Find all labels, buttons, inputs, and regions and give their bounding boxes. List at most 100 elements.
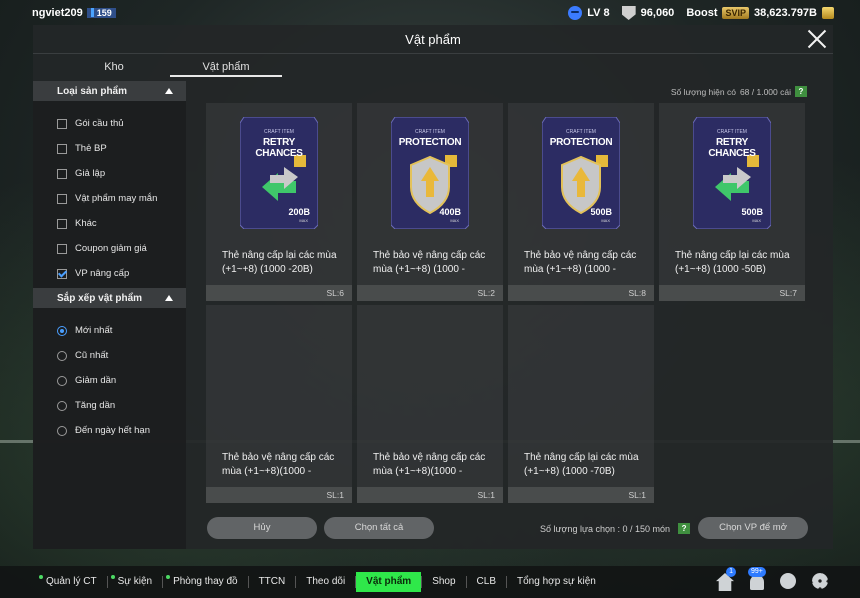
sort-option[interactable]: Cũ nhất [33, 343, 186, 368]
quantity-value: 68 / 1.000 cái [739, 86, 791, 97]
open-item-button[interactable]: Chọn VP để mở [698, 517, 808, 539]
item-card[interactable]: Thẻ bảo vệ nâng cấp các mùa (+1~+8)(1000 … [206, 305, 352, 503]
checkbox[interactable] [57, 218, 67, 229]
item-name-line1: Thẻ nâng cấp lại các mùa [222, 250, 337, 261]
nav-item-label: Phòng thay đồ [173, 576, 238, 587]
shield-icon [621, 6, 636, 20]
sort-option[interactable]: Mới nhất [33, 318, 186, 343]
nav-item[interactable]: Tổng hợp sự kiện [507, 572, 606, 592]
nav-item-label: Shop [432, 576, 456, 587]
tab-kho[interactable]: Kho [58, 57, 170, 77]
checkbox[interactable] [57, 193, 67, 204]
close-icon[interactable] [807, 29, 827, 49]
radio[interactable] [57, 400, 67, 411]
item-name-line1: Thẻ bảo vệ nâng cấp các [373, 250, 486, 261]
currency-stats: LV 8 96,060 Boost SVIP 38,623.797B [568, 6, 834, 20]
nav-item[interactable]: Vật phẩm [356, 572, 422, 592]
checkbox[interactable] [57, 168, 67, 179]
home-button[interactable]: 1 [716, 567, 736, 591]
art-value-sub: MAX [450, 218, 459, 223]
category-option[interactable]: Giả lập [33, 161, 186, 186]
new-dot-icon [110, 575, 115, 579]
profile-button[interactable] [780, 573, 798, 591]
sort-option[interactable]: Tăng dần [33, 393, 186, 418]
item-quantity: SL:6 [206, 285, 352, 301]
quantity-label: Số lượng hiện có [670, 86, 736, 97]
sort-option[interactable]: Giảm dần [33, 368, 186, 393]
help-icon[interactable]: ? [795, 86, 807, 97]
checkbox[interactable] [57, 143, 67, 154]
category-option[interactable]: Gói cầu thủ [33, 111, 186, 136]
nav-item-label: Vật phẩm [366, 576, 412, 587]
item-card[interactable]: CRAFT ITEM PROTECTION 400B MAX Thẻ bảo vệ nâ… [357, 103, 503, 301]
item-name-line1: Thẻ bảo vệ nâng cấp các [524, 250, 637, 261]
boost-label: Boost [686, 7, 718, 19]
item-name: Thẻ nâng cấp lại các mùa (+1~+8) (1000 -2… [222, 249, 346, 277]
category-option[interactable]: VP nâng cấp [33, 261, 186, 286]
item-card[interactable]: Thẻ nâng cấp lại các mùa (+1~+8) (1000 -7… [508, 305, 654, 503]
radio[interactable] [57, 350, 67, 361]
cancel-button[interactable]: Hủy [207, 517, 317, 539]
user-badge: 159 [86, 8, 116, 18]
sort-option[interactable]: Đến ngày hết hạn [33, 418, 186, 443]
art-subtitle: CRAFT ITEM [264, 129, 294, 135]
category-label: Khác [75, 218, 97, 229]
sort-header[interactable]: Sắp xếp vật phẩm [33, 288, 186, 308]
nav-item[interactable]: CLB [467, 572, 506, 592]
nav-item[interactable]: Phòng thay đồ [163, 572, 248, 592]
settings-button[interactable] [812, 573, 830, 591]
checkbox-checked[interactable] [57, 268, 67, 279]
select-all-button[interactable]: Chọn tất cả [324, 517, 434, 539]
nav-item[interactable]: Sự kiện [108, 572, 163, 592]
sort-label: Đến ngày hết hạn [75, 425, 151, 436]
checkbox[interactable] [57, 243, 67, 254]
points-stat: 96,060 [621, 6, 675, 20]
item-card[interactable]: Thẻ bảo vệ nâng cấp các mùa (+1~+8)(1000 … [357, 305, 503, 503]
radio[interactable] [57, 425, 67, 436]
bottom-nav: Quản lý CT Sự kiện Phòng thay đồ TTCN Theo d… [0, 566, 860, 598]
nav-item[interactable]: Quản lý CT [36, 572, 107, 592]
item-card[interactable]: CRAFT ITEM RETRY CHANCES 500B MAX Thẻ nâng c… [659, 103, 805, 301]
category-option[interactable]: Coupon giảm giá [33, 236, 186, 261]
item-name: Thẻ nâng cấp lại các mùa (+1~+8) (1000 -5… [675, 249, 799, 277]
item-name: Thẻ nâng cấp lại các mùa (+1~+8) (1000 -7… [524, 451, 648, 479]
nav-item-label: TTCN [258, 576, 286, 587]
sort-label: Mới nhất [75, 325, 113, 336]
items-panel: Vật phẩm Kho Vật phẩm Loại sản phẩm Gói … [33, 25, 833, 549]
item-card[interactable]: CRAFT ITEM PROTECTION 500B MAX Thẻ bảo vệ nâ… [508, 103, 654, 301]
item-name: Thẻ bảo vệ nâng cấp các mùa (+1~+8) (1000… [373, 249, 497, 277]
item-card[interactable]: CRAFT ITEM RETRY CHANCES 200B MAX Thẻ nâng c… [206, 103, 352, 301]
sort-label: Cũ nhất [75, 350, 109, 361]
points-value: 96,060 [640, 7, 675, 19]
category-option[interactable]: Khác [33, 211, 186, 236]
nav-item[interactable]: Shop [422, 572, 465, 592]
new-dot-icon [166, 575, 171, 579]
radio-selected[interactable] [57, 325, 67, 336]
tabs: Kho Vật phẩm [58, 57, 282, 77]
notification-button[interactable]: 99+ [748, 567, 766, 591]
category-option[interactable]: Thẻ BP [33, 136, 186, 161]
nav-item[interactable]: Theo dõi [296, 572, 355, 592]
art-value: 200B [288, 207, 310, 217]
filter-sidebar: Loại sản phẩm Gói cầu thủ Thẻ BP Giả lập… [33, 81, 186, 549]
tab-vat-pham[interactable]: Vật phẩm [170, 57, 282, 77]
coin-icon [822, 7, 834, 19]
face-icon [568, 6, 583, 20]
retry-card-art: CRAFT ITEM RETRY CHANCES 200B MAX [240, 117, 318, 229]
art-value: 500B [741, 207, 763, 217]
item-name-line1: Thẻ nâng cấp lại các mùa [675, 250, 790, 261]
category-header[interactable]: Loại sản phẩm [33, 81, 186, 101]
item-name-line2: mùa (+1~+8)(1000 - [373, 466, 463, 477]
art-value-sub: MAX [752, 218, 761, 223]
user-info: ngviet209 159 [32, 7, 116, 19]
category-option[interactable]: Vật phẩm may mắn [33, 186, 186, 211]
item-name-line2: (+1~+8) (1000 -70B) [524, 466, 615, 477]
radio[interactable] [57, 375, 67, 386]
username: ngviet209 [32, 7, 83, 19]
checkbox[interactable] [57, 118, 67, 129]
help-icon[interactable]: ? [678, 523, 691, 534]
art-subtitle: CRAFT ITEM [566, 129, 596, 135]
nav-item[interactable]: TTCN [249, 572, 296, 592]
quantity-info: Số lượng hiện có 68 / 1.000 cái ? [671, 86, 807, 97]
item-name-line1: Thẻ nâng cấp lại các mùa [524, 452, 639, 463]
